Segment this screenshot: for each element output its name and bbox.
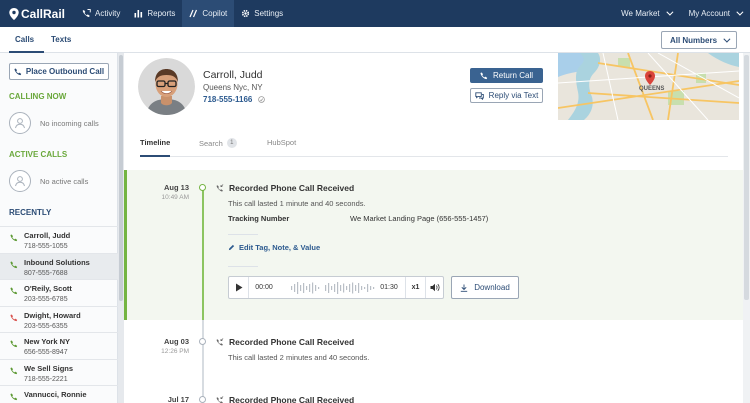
info-icon[interactable] <box>258 96 266 103</box>
tab-calls[interactable]: Calls <box>15 35 34 44</box>
return-call-button[interactable]: Return Call <box>470 68 543 83</box>
call-title: Recorded Phone Call Received <box>216 183 354 193</box>
list-item[interactable]: New York NY 656-555-8947 <box>0 332 118 359</box>
sub-nav: Calls Texts <box>0 27 750 53</box>
callrail-logo[interactable]: CallRail <box>9 7 75 21</box>
incoming-call-icon <box>216 396 224 403</box>
call-title[interactable]: Recorded Phone Call Received <box>216 337 354 347</box>
company-menu[interactable]: We Market <box>612 0 680 27</box>
list-item[interactable]: Dwight, Howard 203-555-6355 <box>0 305 118 333</box>
phone-icon <box>10 340 18 348</box>
recent-calls-list: Carroll, Judd 718-555-1055 Inbound Solut… <box>0 226 118 403</box>
active-calls-empty: No active calls <box>9 170 88 192</box>
call-duration: This call lasted 1 minute and 40 seconds… <box>228 199 366 208</box>
pencil-icon <box>228 244 235 251</box>
playback-position: 00:00 <box>255 284 273 291</box>
phone-icon <box>10 366 18 374</box>
nav-copilot[interactable]: Copilot <box>182 0 235 27</box>
nav-reports[interactable]: Reports <box>127 0 182 27</box>
tab-timeline[interactable]: Timeline <box>140 138 170 147</box>
call-duration: This call lasted 2 minutes and 40 second… <box>228 353 370 362</box>
nav-activity[interactable]: Activity <box>75 0 127 27</box>
reply-via-text-button[interactable]: Reply via Text <box>470 88 543 103</box>
volume-button[interactable] <box>426 277 444 298</box>
timeline-dot <box>199 338 206 345</box>
phone-icon <box>14 67 22 75</box>
contact-location: Queens Nyc, NY <box>203 83 263 92</box>
brand-name: CallRail <box>21 6 66 21</box>
my-account-menu[interactable]: My Account <box>680 0 750 27</box>
contact-phone-link[interactable]: 718-555-1166 <box>203 95 266 104</box>
divider <box>228 266 258 267</box>
list-item[interactable]: Carroll, Judd 718-555-1055 <box>0 226 118 253</box>
reports-icon <box>134 10 143 18</box>
download-recording-button[interactable]: Download <box>451 276 519 299</box>
user-placeholder-icon <box>9 170 31 192</box>
list-item[interactable]: Inbound Solutions 807-555-7688 <box>0 252 118 279</box>
recently-heading: RECENTLY <box>9 208 52 217</box>
location-map[interactable]: QUEENS <box>558 53 739 120</box>
active-tab-indicator <box>140 155 170 157</box>
chevron-down-icon <box>666 8 674 16</box>
timeline-date: Aug 13 10:49 AM <box>161 183 189 201</box>
avatar <box>138 58 195 115</box>
calling-now-empty: No incoming calls <box>9 112 99 134</box>
play-icon <box>235 283 242 292</box>
list-item[interactable]: We Sell Signs 718-555-2221 <box>0 358 118 386</box>
incoming-call-icon <box>216 184 224 192</box>
incoming-call-icon <box>216 338 224 346</box>
main-scrollbar[interactable] <box>743 53 750 403</box>
volume-icon <box>430 283 440 292</box>
timeline-date: Jul 17 <box>167 395 189 403</box>
phone-icon <box>10 393 18 401</box>
list-item[interactable]: O'Reily, Scott 203-555-6785 <box>0 279 118 306</box>
playback-duration: 01:30 <box>380 284 398 291</box>
list-item[interactable]: Vannucci, Ronnie <box>0 385 118 403</box>
tab-hubspot[interactable]: HubSpot <box>267 138 296 147</box>
all-numbers-dropdown[interactable]: All Numbers <box>661 31 737 49</box>
count-badge: 1 <box>226 138 237 148</box>
contact-name: Carroll, Judd <box>203 69 263 81</box>
top-nav-bar: CallRail Activity Reports Copilot Settin… <box>0 0 750 27</box>
place-outbound-call-button[interactable]: Place Outbound Call <box>9 63 109 80</box>
timeline-dot <box>199 184 206 191</box>
timeline-date: Aug 03 12:26 PM <box>161 337 189 355</box>
call-title[interactable]: Recorded Phone Call Received <box>216 395 354 403</box>
tracking-number-value: We Market Landing Page (656-555-1457) <box>350 214 489 223</box>
play-button[interactable] <box>229 277 248 298</box>
divider <box>228 234 258 235</box>
gear-icon <box>242 9 250 18</box>
phone-icon <box>480 71 488 79</box>
user-placeholder-icon <box>9 112 31 134</box>
download-icon <box>461 284 468 292</box>
tracking-number-label: Tracking Number <box>228 214 290 223</box>
map-label-queens: QUEENS <box>639 86 664 92</box>
phone-icon <box>10 287 18 295</box>
chat-bubble-icon <box>475 91 484 100</box>
location-pin-icon <box>9 7 19 20</box>
edit-tag-note-value-link[interactable]: Edit Tag, Note, & Value <box>228 243 320 252</box>
missed-call-icon <box>10 313 18 321</box>
tab-search[interactable]: Search 1 <box>199 138 237 148</box>
tabs-divider <box>140 156 728 157</box>
copilot-icon <box>189 9 198 18</box>
chevron-down-icon <box>723 35 731 43</box>
calling-now-heading: CALLING NOW <box>9 92 67 101</box>
timeline-dot <box>199 396 206 403</box>
audio-player: 00:00 01:30 x1 <box>228 276 444 299</box>
tab-texts[interactable]: Texts <box>51 35 71 44</box>
phone-icon <box>10 234 18 242</box>
nav-settings[interactable]: Settings <box>234 0 290 27</box>
playback-speed-button[interactable]: x1 <box>406 277 425 298</box>
timeline-rail-active <box>202 186 204 320</box>
chevron-down-icon <box>736 8 744 16</box>
active-calls-heading: ACTIVE CALLS <box>9 150 68 159</box>
phone-activity-icon <box>82 9 91 17</box>
phone-icon <box>10 260 18 268</box>
